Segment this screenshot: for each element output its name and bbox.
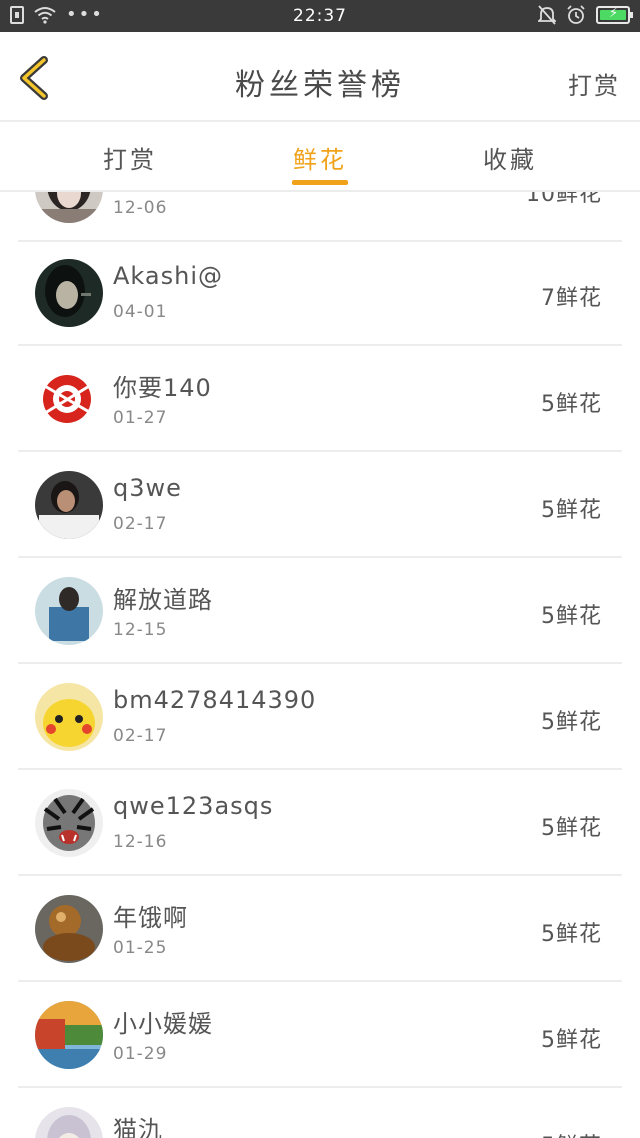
avatar [35,683,103,751]
flower-count: 5鲜花 [541,392,602,417]
list-item[interactable]: 小小媛媛 01-29 5鲜花 [18,982,622,1088]
avatar [35,789,103,857]
user-name: Akashi@ [113,262,223,290]
active-tab-indicator [292,180,348,185]
user-name: q3we [113,474,182,502]
tab-favorites[interactable]: 收藏 [450,140,570,175]
mute-bell-icon [538,5,556,25]
reward-date: 01-29 [113,1044,168,1064]
flower-count: 5鲜花 [541,922,602,947]
battery-icon: ⚡ [596,6,633,24]
list-item[interactable]: 年饿啊 01-25 5鲜花 [18,876,622,982]
reward-date: 02-17 [113,726,168,746]
avatar [35,1107,103,1138]
tab-bar: 打赏 鲜花 收藏 [0,122,640,190]
user-name: bm4278414390 [113,686,317,714]
flower-count: 5鲜花 [541,710,602,735]
tab-reward[interactable]: 打赏 [70,140,190,175]
flower-count: 5鲜花 [541,1028,602,1053]
avatar [35,1001,103,1069]
user-name: 解放道路 [113,586,213,614]
reward-date: 12-16 [113,832,168,852]
list-item[interactable]: 解放道路 12-15 5鲜花 [18,558,622,664]
reward-button[interactable]: 打赏 [568,66,620,101]
reward-date: 02-17 [113,514,168,534]
list-item[interactable]: 12-06 10鲜花 [18,192,622,242]
avatar [35,895,103,963]
alarm-clock-icon [567,5,585,24]
list-item[interactable]: 猫氿 5鲜花 [18,1088,622,1138]
list-item[interactable]: 你要140 01-27 5鲜花 [18,346,622,452]
flower-count: 5鲜花 [541,1128,602,1138]
page-title: 粉丝荣誉榜 [235,68,405,103]
avatar [35,259,103,327]
flower-count: 7鲜花 [541,286,602,311]
avatar [35,471,103,539]
reward-date: 01-25 [113,938,168,958]
reward-date: 01-27 [113,408,168,428]
reward-date: 12-15 [113,620,168,640]
list-item[interactable]: q3we 02-17 5鲜花 [18,452,622,558]
status-bar: ••• 22:37 ⚡ [0,0,640,32]
avatar [35,365,103,433]
top-app-bar: 粉丝荣誉榜 打赏 [0,32,640,120]
user-name: qwe123asqs [113,792,274,820]
list-item[interactable]: qwe123asqs 12-16 5鲜花 [18,770,622,876]
avatar [35,577,103,645]
reward-date: 04-01 [113,302,168,322]
list-item[interactable]: Akashi@ 04-01 7鲜花 [18,240,622,346]
tab-flowers[interactable]: 鲜花 [260,140,380,175]
flower-count: 5鲜花 [541,498,602,523]
avatar [35,192,103,223]
fan-ranking-list[interactable]: 12-06 10鲜花 Akashi@ 04-01 7鲜花 你要140 01-27… [0,192,640,1138]
flower-count: 5鲜花 [541,604,602,629]
list-item[interactable]: bm4278414390 02-17 5鲜花 [18,664,622,770]
user-name: 小小媛媛 [113,1010,213,1038]
reward-date: 12-06 [113,198,168,218]
flower-count: 10鲜花 [526,192,602,207]
flower-count: 5鲜花 [541,816,602,841]
user-name: 你要140 [113,374,212,402]
user-name: 猫氿 [113,1116,163,1138]
user-name: 年饿啊 [113,904,188,932]
status-right: ⚡ [538,5,633,25]
